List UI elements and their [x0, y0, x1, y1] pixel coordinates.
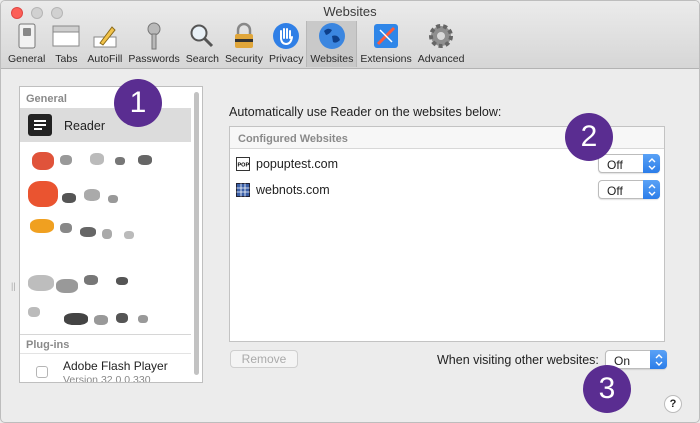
tab-autofill[interactable]: AutoFill: [84, 21, 125, 67]
preferences-window: Websites General Tabs AutoFill Passwords…: [0, 0, 700, 423]
chevron-updown-icon: [650, 350, 667, 369]
tab-passwords[interactable]: Passwords: [125, 21, 182, 67]
site-name: popuptest.com: [256, 157, 338, 171]
padlock-icon: [229, 22, 259, 50]
sidebar-resize-handle[interactable]: ||: [11, 281, 16, 291]
site-setting-select[interactable]: Off: [598, 180, 660, 199]
grid-favicon-icon: [236, 183, 250, 197]
help-button[interactable]: ?: [664, 395, 682, 413]
tab-privacy[interactable]: Privacy: [266, 21, 306, 67]
sidebar-item-reader[interactable]: Reader: [20, 108, 191, 142]
chevron-updown-icon: [643, 180, 660, 199]
pencil-form-icon: [90, 22, 120, 50]
puzzle-pen-icon: [371, 22, 401, 50]
sidebar-scrollbar[interactable]: [194, 92, 199, 375]
hand-icon: [271, 22, 301, 50]
annotation-badge-1: 1: [114, 79, 162, 127]
sidebar-header-general: General: [26, 93, 67, 105]
tab-search[interactable]: Search: [183, 21, 222, 67]
plugin-checkbox[interactable]: [36, 366, 48, 378]
reader-icon: [28, 114, 52, 136]
preferences-toolbar: General Tabs AutoFill Passwords Search S…: [5, 21, 467, 67]
site-name: webnots.com: [256, 183, 330, 197]
sidebar-divider: [20, 334, 191, 335]
svg-text:POP: POP: [238, 163, 250, 169]
tabs-icon: [51, 22, 81, 50]
tab-security[interactable]: Security: [222, 21, 266, 67]
plugin-name: Adobe Flash Player: [63, 359, 168, 373]
sidebar-item-label: Reader: [64, 119, 105, 133]
tab-tabs[interactable]: Tabs: [48, 21, 84, 67]
window-title: Websites: [323, 4, 377, 19]
tab-extensions[interactable]: Extensions: [357, 21, 414, 67]
other-websites-label: When visiting other websites:: [437, 353, 599, 367]
tab-websites[interactable]: Websites: [306, 21, 358, 67]
remove-button[interactable]: Remove: [230, 350, 298, 368]
titlebar: Websites General Tabs AutoFill Passwords…: [1, 1, 699, 69]
gear-icon: [426, 22, 456, 50]
annotation-badge-3: 3: [583, 365, 631, 413]
popup-favicon-icon: POP: [236, 157, 250, 171]
site-setting-select[interactable]: Off: [598, 154, 660, 173]
key-icon: [139, 22, 169, 50]
chevron-updown-icon: [643, 154, 660, 173]
websites-sidebar: General Reader Plug-ins Adobe Flash Play…: [19, 86, 203, 383]
reader-description: Automatically use Reader on the websites…: [229, 105, 502, 119]
magnifier-icon: [187, 22, 217, 50]
tab-advanced[interactable]: Advanced: [415, 21, 468, 67]
general-switch-icon: [12, 22, 42, 50]
table-row[interactable]: webnots.com Off: [236, 177, 662, 203]
tab-general[interactable]: General: [5, 21, 48, 67]
globe-icon: [317, 22, 347, 50]
plugin-version: Version 32.0.0.330: [63, 374, 151, 383]
annotation-badge-2: 2: [565, 113, 613, 161]
blurred-sidebar-items: [20, 145, 191, 335]
plugin-row[interactable]: Adobe Flash Player Version 32.0.0.330: [20, 353, 191, 383]
sidebar-header-plugins: Plug-ins: [26, 339, 70, 351]
